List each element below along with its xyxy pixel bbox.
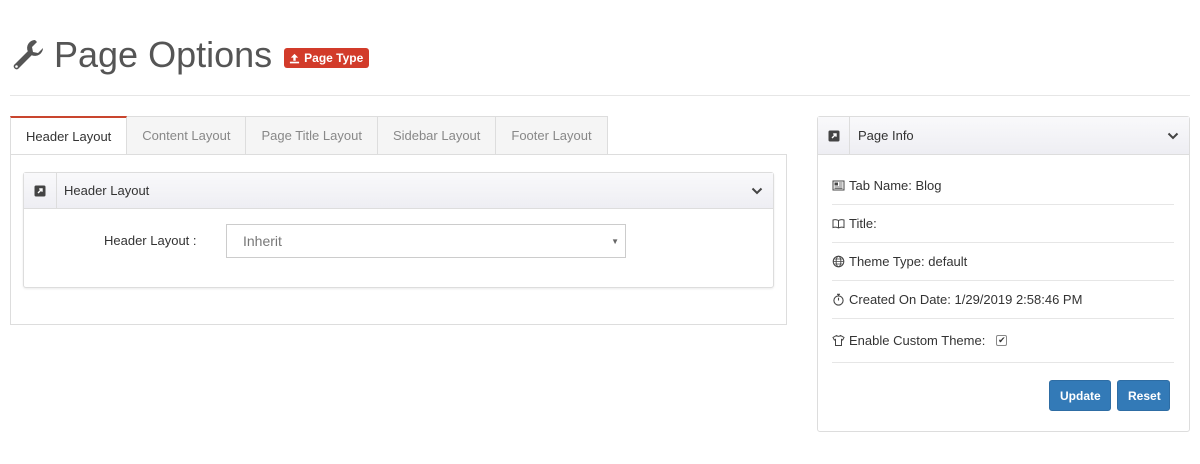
page-info-panel: Page Info Tab Name: Blog Title: Theme Ty…	[817, 116, 1190, 432]
upload-icon	[290, 53, 300, 63]
info-custom-theme-label: Enable Custom Theme:	[849, 333, 986, 348]
info-created-on: Created On Date: 1/29/2019 2:58:46 PM	[849, 292, 1083, 307]
header-layout-panel-heading[interactable]: Header Layout	[24, 172, 773, 209]
page-info-panel-title: Page Info	[858, 128, 914, 143]
info-row-custom-theme: Enable Custom Theme: ✔	[832, 319, 1174, 363]
newspaper-icon	[832, 180, 845, 191]
external-link-icon	[828, 130, 839, 141]
tab-footer-layout[interactable]: Footer Layout	[496, 116, 608, 155]
chevron-down-icon[interactable]	[751, 185, 763, 197]
info-row-theme-type: Theme Type: default	[832, 243, 1174, 281]
tab-content-layout[interactable]: Content Layout	[127, 116, 247, 155]
enable-custom-theme-checkbox[interactable]: ✔	[996, 335, 1008, 346]
stopwatch-icon	[833, 293, 844, 306]
header-layout-field-row: Header Layout : Inherit ▼	[24, 224, 773, 258]
reset-button[interactable]: Reset	[1117, 380, 1170, 411]
info-row-tab-name: Tab Name: Blog	[832, 167, 1174, 205]
tab-sidebar-layout[interactable]: Sidebar Layout	[377, 116, 497, 155]
layout-tabs: Header Layout Content Layout Page Title …	[10, 116, 608, 155]
page-info-panel-heading[interactable]: Page Info	[818, 116, 1189, 155]
tshirt-icon	[832, 334, 845, 346]
caret-down-icon: ▼	[611, 237, 619, 246]
header-layout-select-value: Inherit	[243, 233, 282, 249]
book-icon	[832, 219, 845, 229]
page-header: Page Options Page Type	[10, 30, 370, 80]
info-row-title: Title:	[832, 205, 1174, 243]
info-row-created-on: Created On Date: 1/29/2019 2:58:46 PM	[832, 281, 1174, 319]
info-tab-name: Tab Name: Blog	[849, 178, 942, 193]
info-title: Title:	[849, 216, 877, 231]
external-link-icon	[34, 185, 46, 196]
header-layout-panel-title: Header Layout	[64, 183, 150, 198]
tab-content: Header Layout Header Layout : Inherit ▼	[10, 154, 787, 325]
chevron-down-icon[interactable]	[1167, 130, 1179, 142]
header-layout-panel: Header Layout Header Layout : Inherit ▼	[23, 172, 774, 288]
update-button[interactable]: Update	[1049, 380, 1111, 411]
globe-icon	[832, 255, 845, 268]
page-title: Page Options	[54, 34, 273, 75]
tab-page-title-layout[interactable]: Page Title Layout	[246, 116, 378, 155]
header-divider	[10, 95, 1190, 96]
tab-header-layout[interactable]: Header Layout	[10, 116, 128, 155]
page-type-badge: Page Type	[284, 48, 370, 68]
info-theme-type: Theme Type: default	[849, 254, 968, 269]
wrench-icon	[13, 40, 43, 70]
header-layout-field-label: Header Layout :	[104, 233, 197, 248]
header-layout-select[interactable]: Inherit ▼	[226, 224, 626, 258]
page-type-badge-label: Page Type	[304, 51, 364, 65]
